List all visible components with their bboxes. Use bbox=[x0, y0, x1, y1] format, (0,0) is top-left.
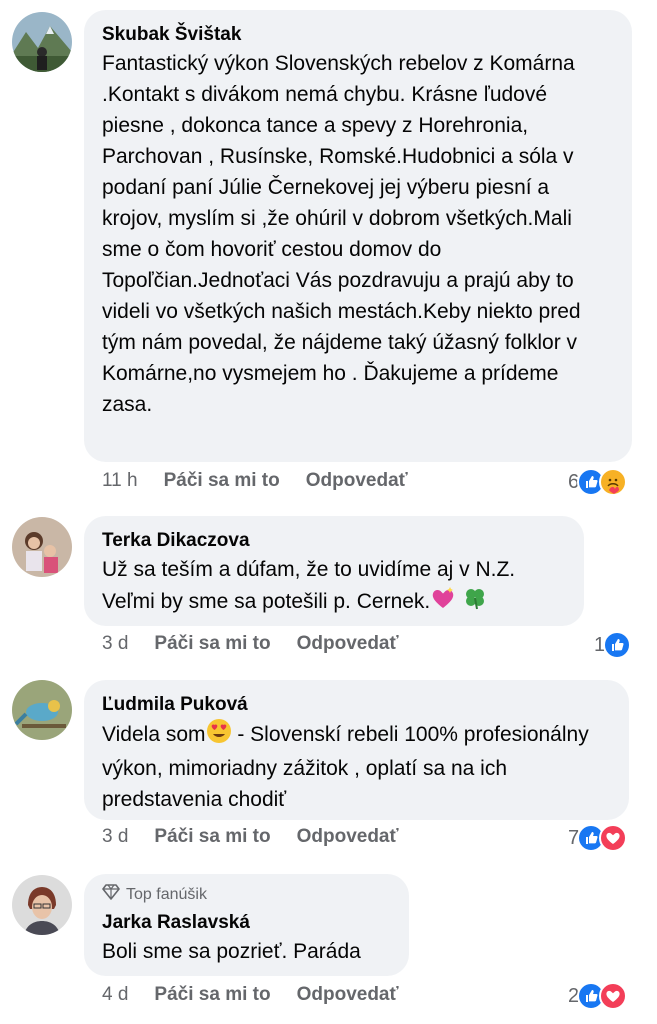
comment-actions: 4 d Páči sa mi to Odpovedať bbox=[102, 984, 425, 1006]
author-name[interactable]: Ľudmila Puková bbox=[102, 692, 611, 718]
reply-button[interactable]: Odpovedať bbox=[306, 470, 408, 492]
reaction-summary[interactable]: 1 bbox=[594, 631, 632, 659]
like-button[interactable]: Páči sa mi to bbox=[164, 470, 280, 492]
like-button[interactable]: Páči sa mi to bbox=[154, 984, 270, 1006]
diamond-icon bbox=[102, 884, 120, 906]
timestamp[interactable]: 4 d bbox=[102, 984, 128, 1006]
avatar[interactable] bbox=[12, 875, 72, 935]
comment-text: Už sa teším a dúfam, že to uvidíme aj v … bbox=[102, 554, 566, 620]
comment-text-line: Už sa teším a dúfam, že to uvidíme aj v … bbox=[102, 558, 516, 581]
reaction-summary[interactable]: 2 bbox=[568, 982, 628, 1010]
author-name[interactable]: Jarka Raslavská bbox=[102, 910, 391, 936]
comment-actions: 3 d Páči sa mi to Odpovedať bbox=[102, 826, 425, 848]
timestamp[interactable]: 3 d bbox=[102, 633, 128, 655]
reply-button[interactable]: Odpovedať bbox=[297, 633, 399, 655]
comment-text: Fantastický výkon Slovenských rebelov z … bbox=[102, 52, 581, 416]
like-button[interactable]: Páči sa mi to bbox=[154, 826, 270, 848]
avatar[interactable] bbox=[12, 517, 72, 577]
comment-actions: 11 h Páči sa mi to Odpovedať bbox=[102, 470, 434, 492]
comment-text-line-2: Veľmi by sme sa potešili p. Cernek. bbox=[102, 585, 566, 620]
author-name[interactable]: Terka Dikaczova bbox=[102, 528, 566, 554]
badge-label: Top fanúšik bbox=[126, 886, 207, 903]
like-button[interactable]: Páči sa mi to bbox=[154, 633, 270, 655]
comment-text-segment: Veľmi by sme sa potešili p. Cernek. bbox=[102, 590, 431, 614]
heart-eyes-icon bbox=[206, 718, 232, 753]
avatar[interactable] bbox=[12, 12, 72, 72]
timestamp[interactable]: 3 d bbox=[102, 826, 128, 848]
love-icon bbox=[599, 982, 628, 1010]
love-icon bbox=[599, 824, 628, 852]
sparkling-heart-icon bbox=[430, 585, 456, 620]
care-icon bbox=[599, 468, 628, 496]
comment-bubble: Skubak Švištak Fantastický výkon Slovens… bbox=[84, 10, 632, 462]
comment-text-segment: Videla som bbox=[102, 723, 206, 747]
timestamp[interactable]: 11 h bbox=[102, 470, 138, 492]
like-icon bbox=[603, 631, 632, 659]
comment-bubble: Terka Dikaczova Už sa teším a dúfam, že … bbox=[84, 516, 584, 626]
avatar[interactable] bbox=[12, 680, 72, 740]
top-fan-badge[interactable]: Top fanúšik bbox=[102, 884, 391, 906]
reply-button[interactable]: Odpovedať bbox=[297, 984, 399, 1006]
comment-text: Videla som - Slovenskí rebeli 100% profe… bbox=[102, 718, 611, 815]
comment-actions: 3 d Páči sa mi to Odpovedať bbox=[102, 633, 425, 655]
reaction-summary[interactable]: 7 bbox=[568, 824, 628, 852]
comment-bubble: Top fanúšik Jarka Raslavská Boli sme sa … bbox=[84, 874, 409, 976]
four-leaf-clover-icon bbox=[462, 585, 488, 620]
reaction-summary[interactable]: 6 bbox=[568, 468, 628, 496]
reply-button[interactable]: Odpovedať bbox=[297, 826, 399, 848]
comment-bubble: Ľudmila Puková Videla som - Slovenskí re… bbox=[84, 680, 629, 820]
author-name[interactable]: Skubak Švištak bbox=[102, 22, 614, 48]
comment-text: Boli sme sa pozrieť. Paráda bbox=[102, 940, 361, 963]
